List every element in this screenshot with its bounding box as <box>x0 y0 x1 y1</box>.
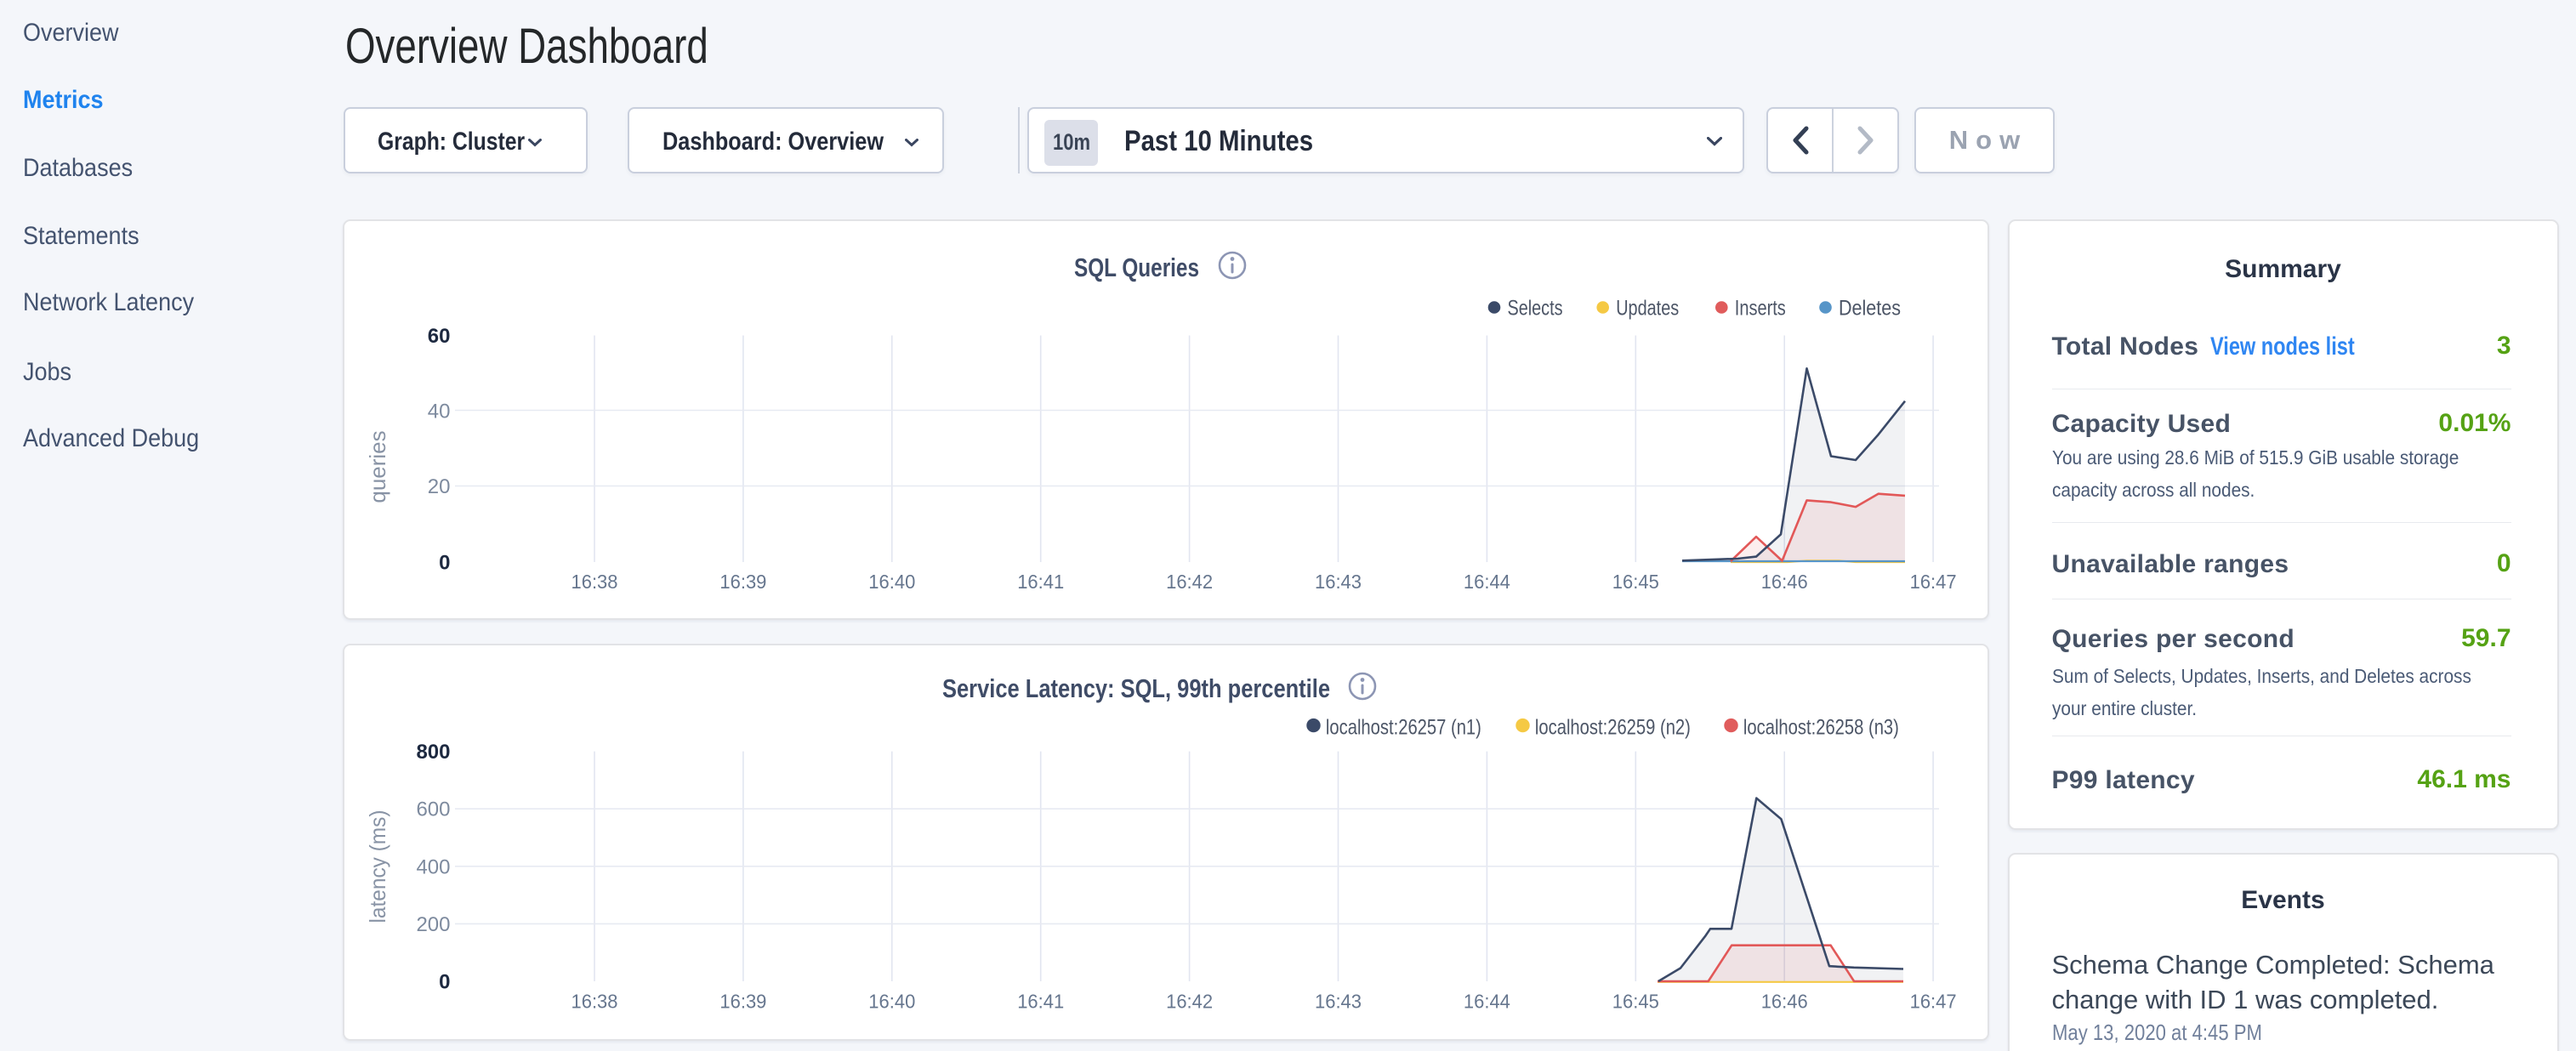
svg-text:16:45: 16:45 <box>1612 571 1659 593</box>
svg-text:16:43: 16:43 <box>1315 990 1362 1012</box>
svg-text:16:47: 16:47 <box>1910 990 1957 1012</box>
svg-text:800: 800 <box>416 741 450 764</box>
svg-text:16:47: 16:47 <box>1910 571 1957 593</box>
svg-text:Deletes: Deletes <box>1839 296 1901 320</box>
svg-text:16:39: 16:39 <box>719 571 766 593</box>
svg-text:20: 20 <box>428 475 451 498</box>
svg-text:16:38: 16:38 <box>571 571 618 593</box>
svg-text:16:44: 16:44 <box>1464 990 1510 1012</box>
svg-text:0: 0 <box>439 971 450 994</box>
svg-text:16:42: 16:42 <box>1166 990 1213 1012</box>
svg-text:16:45: 16:45 <box>1612 990 1659 1012</box>
svg-text:latency (ms): latency (ms) <box>365 810 390 923</box>
svg-text:Inserts: Inserts <box>1735 296 1786 320</box>
svg-text:16:41: 16:41 <box>1017 571 1064 593</box>
svg-text:60: 60 <box>428 325 451 348</box>
svg-text:400: 400 <box>416 855 450 878</box>
svg-text:16:42: 16:42 <box>1166 571 1213 593</box>
svg-text:16:46: 16:46 <box>1761 990 1808 1012</box>
svg-text:16:43: 16:43 <box>1315 571 1362 593</box>
svg-text:localhost:26258 (n3): localhost:26258 (n3) <box>1743 716 1899 740</box>
svg-text:16:44: 16:44 <box>1464 571 1510 593</box>
svg-text:queries: queries <box>365 430 390 503</box>
svg-text:16:39: 16:39 <box>719 990 766 1012</box>
svg-text:16:46: 16:46 <box>1761 571 1808 593</box>
svg-text:16:41: 16:41 <box>1017 990 1064 1012</box>
svg-text:16:40: 16:40 <box>868 990 915 1012</box>
svg-text:600: 600 <box>416 798 450 821</box>
svg-text:SQL Queries: SQL Queries <box>1074 253 1199 282</box>
svg-text:40: 40 <box>428 400 451 423</box>
svg-text:16:40: 16:40 <box>868 571 915 593</box>
svg-text:16:38: 16:38 <box>571 990 618 1012</box>
svg-text:200: 200 <box>416 913 450 936</box>
svg-text:Updates: Updates <box>1616 296 1679 320</box>
svg-text:Selects: Selects <box>1508 296 1563 320</box>
svg-text:0: 0 <box>439 551 450 574</box>
svg-text:localhost:26259 (n2): localhost:26259 (n2) <box>1535 716 1691 740</box>
svg-text:Service Latency: SQL, 99th per: Service Latency: SQL, 99th percentile <box>942 673 1330 703</box>
svg-text:localhost:26257 (n1): localhost:26257 (n1) <box>1326 716 1481 740</box>
